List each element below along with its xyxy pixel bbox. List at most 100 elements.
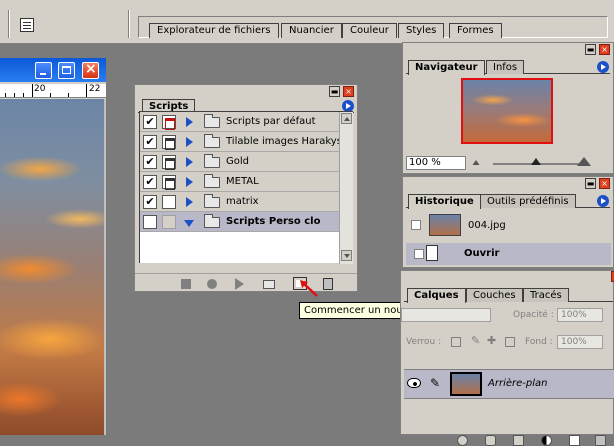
- layers-palette: × Calques Couches Tracés Opacité : 100% …: [400, 270, 614, 446]
- tab-info[interactable]: Infos: [486, 60, 525, 74]
- trash-icon[interactable]: [595, 435, 606, 446]
- script-item[interactable]: ✔ matrix: [140, 192, 340, 212]
- new-set-icon[interactable]: [513, 435, 524, 446]
- expand-arrow-icon[interactable]: [186, 197, 193, 207]
- lock-all-icon[interactable]: [505, 337, 515, 347]
- well-tab-color[interactable]: Couleur: [342, 23, 397, 38]
- maximize-icon: [62, 66, 71, 74]
- close-button[interactable]: ×: [82, 61, 99, 79]
- blend-mode-select[interactable]: [401, 308, 491, 322]
- well-tab-swatches[interactable]: Nuancier: [281, 23, 342, 38]
- layers-titlebar[interactable]: ×: [401, 271, 614, 283]
- expand-arrow-icon[interactable]: [186, 137, 193, 147]
- new-layer-icon[interactable]: [569, 435, 580, 446]
- script-label: METAL: [226, 176, 259, 187]
- toggle-checkbox[interactable]: ✔: [143, 155, 157, 169]
- navigator-thumbnail[interactable]: [461, 78, 553, 144]
- dialog-toggle[interactable]: [162, 215, 176, 229]
- palette-menu-button[interactable]: [597, 195, 609, 207]
- dialog-toggle[interactable]: [162, 115, 176, 130]
- expand-arrow-icon[interactable]: [186, 157, 193, 167]
- script-item[interactable]: ✔ Scripts par défaut: [140, 112, 340, 132]
- history-step[interactable]: Ouvrir: [406, 243, 611, 265]
- document-icon[interactable]: [20, 18, 34, 32]
- tab-channels[interactable]: Couches: [466, 288, 523, 302]
- expand-arrow-icon[interactable]: [186, 117, 193, 127]
- document-scrollbar[interactable]: [104, 99, 106, 435]
- scroll-up-button[interactable]: [341, 113, 352, 124]
- well-tab-shapes[interactable]: Formes: [449, 23, 502, 38]
- slider-handle[interactable]: [531, 158, 541, 165]
- history-titlebar[interactable]: ▬ ×: [403, 177, 613, 190]
- navigator-tabrow: Navigateur Infos: [406, 60, 610, 75]
- collapse-button[interactable]: ▬: [585, 178, 596, 189]
- opacity-field[interactable]: 100%: [557, 308, 603, 322]
- dialog-toggle[interactable]: [162, 195, 176, 209]
- script-label: matrix: [226, 196, 259, 207]
- history-brush-icon[interactable]: [411, 220, 421, 230]
- zoom-field[interactable]: 100 %: [406, 156, 466, 170]
- zoom-in-icon[interactable]: [577, 157, 591, 166]
- scripts-titlebar[interactable]: ▬ ×: [135, 85, 357, 98]
- new-set-folder-icon[interactable]: [263, 280, 275, 289]
- close-button[interactable]: ×: [599, 44, 610, 55]
- toggle-checkbox[interactable]: ✔: [143, 175, 157, 189]
- palette-menu-button[interactable]: [597, 61, 609, 73]
- close-button[interactable]: ×: [599, 178, 610, 189]
- expand-arrow-icon[interactable]: [186, 177, 193, 187]
- script-label: Tilable images Harakys: [226, 136, 342, 147]
- toggle-checkbox[interactable]: ✔: [143, 115, 157, 129]
- zoom-slider[interactable]: [493, 158, 579, 165]
- well-tab-file-browser[interactable]: Explorateur de fichiers: [149, 23, 279, 38]
- lock-paint-icon[interactable]: ✎: [471, 334, 480, 347]
- scripts-scrollbar[interactable]: [339, 112, 353, 264]
- dialog-toggle[interactable]: [162, 175, 176, 190]
- layer-style-icon[interactable]: [457, 435, 468, 446]
- tab-history[interactable]: Historique: [408, 194, 481, 209]
- brush-icon[interactable]: ✎: [430, 376, 440, 390]
- scroll-down-button[interactable]: [341, 250, 352, 261]
- history-step-label: Ouvrir: [464, 248, 500, 259]
- layer-mask-icon[interactable]: [485, 435, 496, 446]
- toggle-checkbox[interactable]: ✔: [143, 135, 157, 149]
- close-button[interactable]: ×: [343, 86, 354, 97]
- toggle-checkbox[interactable]: ✔: [143, 195, 157, 209]
- minimize-button[interactable]: [35, 62, 52, 79]
- well-tab-styles[interactable]: Styles: [398, 23, 445, 38]
- separator: [128, 10, 130, 38]
- lock-transparency-icon[interactable]: [451, 337, 461, 347]
- image-canvas[interactable]: [0, 99, 104, 435]
- dialog-toggle[interactable]: [162, 135, 176, 150]
- folder-icon: [204, 154, 220, 168]
- record-icon[interactable]: [207, 279, 217, 289]
- lock-move-icon[interactable]: ✚: [487, 334, 496, 347]
- stop-icon[interactable]: [181, 279, 191, 289]
- navigator-titlebar[interactable]: ▬ ×: [403, 43, 613, 56]
- tab-paths[interactable]: Tracés: [523, 288, 569, 302]
- script-item[interactable]: ✔ Tilable images Harakys: [140, 132, 342, 152]
- zoom-out-icon[interactable]: [472, 160, 480, 165]
- dialog-toggle[interactable]: [162, 155, 176, 170]
- document-titlebar[interactable]: ×: [0, 58, 106, 82]
- tab-navigator[interactable]: Navigateur: [408, 60, 485, 75]
- play-icon[interactable]: [235, 278, 244, 290]
- script-item[interactable]: ✔ Gold: [140, 152, 340, 172]
- adjustment-layer-icon[interactable]: [541, 435, 552, 446]
- script-item[interactable]: Scripts Perso clo: [140, 212, 340, 232]
- collapse-button[interactable]: ▬: [585, 44, 596, 55]
- horizontal-ruler: 20 22: [0, 84, 106, 98]
- toggle-checkbox[interactable]: [143, 215, 157, 229]
- maximize-button[interactable]: [58, 62, 75, 79]
- fill-field[interactable]: 100%: [557, 335, 603, 349]
- history-snapshot[interactable]: 004.jpg: [406, 211, 611, 240]
- collapse-arrow-icon[interactable]: [184, 220, 194, 227]
- history-source-icon[interactable]: [414, 249, 424, 259]
- tab-tool-presets[interactable]: Outils prédéfinis: [480, 194, 576, 208]
- script-item[interactable]: ✔ METAL: [140, 172, 340, 192]
- layer-row[interactable]: ✎ Arrière-plan: [404, 369, 614, 399]
- collapse-button[interactable]: ▬: [329, 86, 340, 97]
- eye-icon[interactable]: [407, 378, 421, 388]
- trash-icon[interactable]: [323, 278, 333, 290]
- collapse-icon: ▬: [586, 179, 595, 188]
- tab-layers[interactable]: Calques: [407, 288, 466, 303]
